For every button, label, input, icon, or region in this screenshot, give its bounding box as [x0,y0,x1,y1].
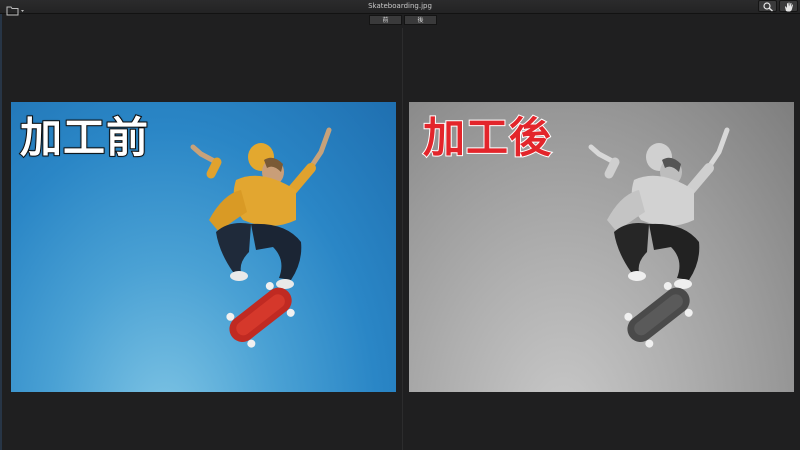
app-window: Skateboarding.jpg 前 後 加工前 加工後 [0,0,800,450]
hand-icon [785,2,793,12]
before-after-tabs: 前 後 [369,15,439,25]
magnifier-icon [763,2,773,12]
tab-before[interactable]: 前 [369,15,402,25]
tab-after[interactable]: 後 [404,15,437,25]
before-photo: 加工前 [11,102,396,392]
split-divider[interactable] [402,28,403,450]
before-label: 加工前 [19,113,150,163]
pan-button[interactable] [779,0,798,12]
after-label: 加工後 [422,113,553,163]
zoom-button[interactable] [758,0,777,12]
title-bar: Skateboarding.jpg [0,0,800,16]
left-edge-strip [0,14,2,450]
after-photo: 加工後 [409,102,794,392]
window-title: Skateboarding.jpg [368,2,432,10]
